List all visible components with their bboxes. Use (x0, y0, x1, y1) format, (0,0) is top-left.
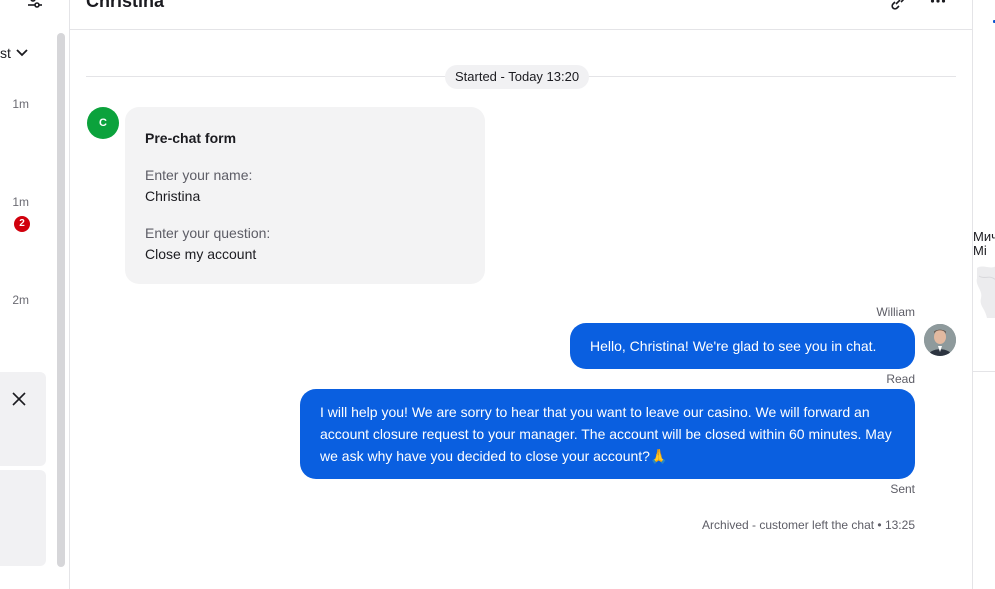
unread-badge: 2 (14, 216, 30, 232)
scrollbar[interactable] (57, 33, 65, 567)
prechat-answer: Christina (145, 188, 201, 204)
agent-name: William (876, 305, 915, 319)
prechat-question: Enter your name: (145, 167, 253, 183)
agent-photo (924, 324, 956, 356)
customer-avatar: C (87, 107, 119, 139)
message-status: Read (886, 372, 915, 386)
details-subtitle: Mi (973, 243, 987, 258)
filter-icon[interactable] (26, 0, 44, 12)
chat-start-label: Started - Today 13:20 (445, 65, 590, 89)
chat-title: Christina (86, 0, 165, 11)
more-icon[interactable] (930, 0, 946, 6)
message-status: Sent (890, 482, 915, 496)
link-icon[interactable] (890, 0, 906, 10)
prechat-form-title: Pre-chat form (145, 130, 237, 146)
prechat-answer: Close my account (145, 246, 257, 262)
details-panel: Мич Mi (972, 0, 995, 589)
details-name: Мич (973, 229, 995, 244)
close-icon[interactable] (11, 391, 27, 407)
agent-message: Hello, Christina! We're glad to see you … (570, 323, 915, 369)
conversation-item[interactable] (0, 470, 46, 566)
map-image (973, 258, 995, 318)
chevron-down-icon[interactable] (15, 47, 29, 59)
divider (973, 371, 995, 372)
conversation-item-selected[interactable] (0, 372, 46, 466)
archived-notice: Archived - customer left the chat • 13:2… (702, 518, 915, 532)
chat-app: st 1m 1m 2 2m Christina Мич (0, 0, 995, 589)
prechat-question: Enter your question: (145, 225, 271, 241)
conversation-time: 2m (12, 293, 29, 307)
conversation-time: 1m (12, 97, 29, 111)
agent-avatar (924, 324, 956, 356)
conversation-time: 1m (12, 195, 29, 209)
conversation-list: st 1m 1m 2 2m (0, 0, 70, 589)
agent-message: I will help you! We are sorry to hear th… (300, 389, 915, 479)
sort-label[interactable]: st (0, 45, 11, 61)
chat-header: Christina (70, 0, 972, 30)
prechat-form-card: Pre-chat form Enter your name: Christina… (125, 107, 485, 284)
